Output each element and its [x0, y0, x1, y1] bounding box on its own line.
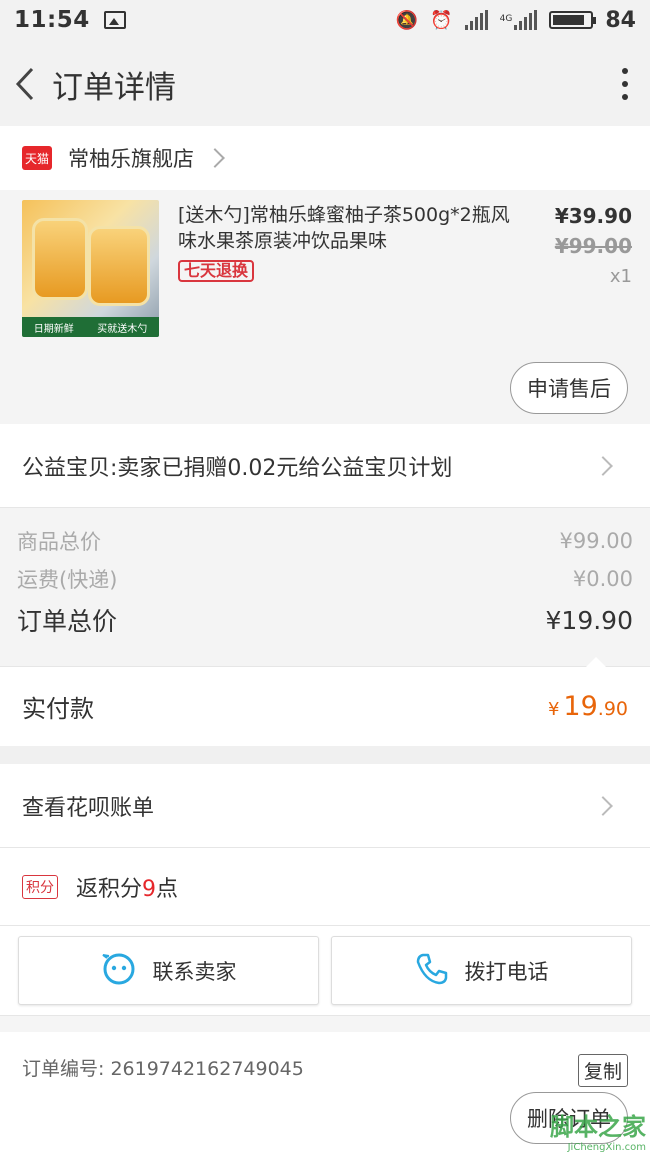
shop-name: 常柚乐旗舰店 — [68, 147, 194, 171]
order-total-value: ¥19.90 — [545, 605, 633, 635]
status-time: 11:54 — [14, 7, 90, 33]
points-text: 返积分9点 — [76, 871, 178, 903]
apply-aftersale-button[interactable]: 申请售后 — [510, 362, 628, 414]
points-suffix: 点 — [156, 876, 179, 902]
tmall-badge: 天猫 — [22, 146, 52, 170]
paid-row: 实付款 ¥ 19 .90 — [0, 666, 650, 746]
order-total-row: 订单总价 ¥19.90 — [17, 598, 633, 642]
huabei-bill-row[interactable]: 查看花呗账单 — [0, 764, 650, 848]
paid-decimal: .90 — [597, 698, 628, 720]
shop-row[interactable]: 天猫 常柚乐旗舰店 — [0, 126, 650, 190]
paid-currency: ¥ — [547, 699, 560, 720]
order-number: 订单编号: 2619742162749045 — [22, 1057, 304, 1080]
call-phone-button[interactable]: 拨打电话 — [331, 936, 632, 1005]
paid-integer: 19 — [563, 691, 598, 722]
chevron-right-icon — [593, 795, 613, 816]
alarm-icon: ⏰ — [430, 9, 453, 31]
shipping-label: 运费(快递) — [17, 568, 118, 592]
network-label: 4G — [499, 13, 513, 24]
shipping-row: 运费(快递) ¥0.00 — [17, 560, 633, 598]
back-icon[interactable] — [10, 64, 40, 104]
chat-bubble-icon — [101, 952, 137, 990]
signal-icon — [464, 10, 488, 30]
section-gap — [0, 746, 650, 764]
seven-day-return-tag: 七天退换 — [178, 260, 255, 282]
shipping-value: ¥0.00 — [572, 567, 633, 591]
contact-seller-label: 联系卖家 — [152, 959, 237, 984]
more-menu-icon[interactable] — [610, 64, 640, 104]
header: 订单详情 — [0, 40, 650, 128]
page-title: 订单详情 — [52, 69, 176, 106]
signal-4g-icon — [514, 10, 538, 30]
charity-text: 公益宝贝:卖家已捐赠0.02元给公益宝贝计划 — [22, 455, 453, 481]
points-badge: 积分 — [22, 874, 58, 899]
points-prefix: 返积分 — [76, 876, 143, 902]
charity-row[interactable]: 公益宝贝:卖家已捐赠0.02元给公益宝贝计划 — [0, 424, 650, 508]
battery-icon — [549, 11, 597, 29]
bottom-bar: 删除订单 脚本之家 JiChengXin.com — [0, 1087, 650, 1155]
contact-row: 联系卖家 拨打电话 — [0, 926, 650, 1016]
image-label-fresh: 日期新鲜 — [33, 323, 74, 335]
battery-level: 84 — [605, 7, 636, 33]
call-phone-label: 拨打电话 — [464, 959, 549, 984]
product-title: [送木勺]常柚乐蜂蜜柚子茶500g*2瓶风味水果茶原装冲饮品果味 — [178, 204, 510, 252]
watermark: 脚本之家 JiChengXin.com — [550, 1107, 646, 1153]
pointer-caret — [586, 657, 606, 667]
goods-total-label: 商品总价 — [17, 530, 101, 554]
goods-total-value: ¥99.00 — [559, 529, 633, 553]
product-image[interactable]: 日期新鲜 买就送木勺 — [22, 200, 159, 337]
chevron-right-icon — [205, 148, 225, 168]
product-price: ¥39.90 — [554, 204, 632, 228]
image-label-spoon: 买就送木勺 — [97, 323, 148, 335]
watermark-title: 脚本之家 — [550, 1113, 646, 1141]
product-quantity: x1 — [609, 266, 632, 287]
phone-icon — [415, 952, 449, 990]
paid-label: 实付款 — [22, 695, 94, 723]
goods-total-row: 商品总价 ¥99.00 — [17, 522, 633, 560]
points-row: 积分 返积分9点 — [0, 848, 650, 926]
product-card[interactable]: 日期新鲜 买就送木勺 [送木勺]常柚乐蜂蜜柚子茶500g*2瓶风味水果茶原装冲饮… — [0, 190, 650, 424]
huabei-bill-label: 查看花呗账单 — [22, 795, 155, 821]
mute-icon: 🔕 — [395, 9, 419, 31]
price-summary: 商品总价 ¥99.00 运费(快递) ¥0.00 订单总价 ¥19.90 — [0, 508, 650, 667]
photo-icon — [103, 11, 126, 29]
chevron-right-icon — [593, 455, 613, 476]
status-bar: 11:54 🔕 ⏰ 4G 84 — [0, 0, 650, 40]
order-total-label: 订单总价 — [17, 607, 118, 636]
product-original-price: ¥99.00 — [554, 234, 632, 258]
contact-seller-button[interactable]: 联系卖家 — [18, 936, 319, 1005]
paid-amount: ¥ 19 .90 — [548, 691, 628, 722]
watermark-url: JiChengXin.com — [567, 1142, 646, 1153]
copy-button[interactable]: 复制 — [577, 1054, 628, 1087]
points-number: 9 — [142, 876, 157, 902]
